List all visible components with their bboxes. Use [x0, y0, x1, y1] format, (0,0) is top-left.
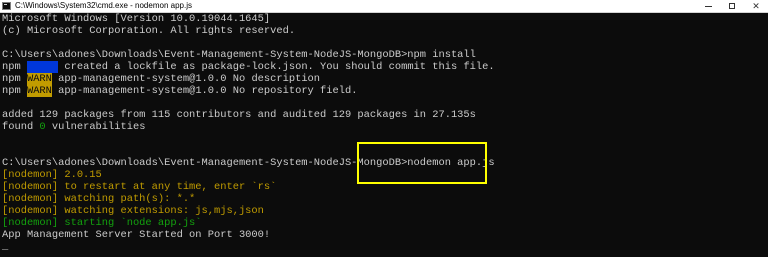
terminal-line: npm WARN app-management-system@1.0.0 No …: [2, 85, 768, 97]
window-controls: ✕: [696, 0, 768, 12]
terminal-text-segment: vulnerabilities: [45, 121, 146, 133]
terminal-text-segment: [nodemon] 2.0.15: [2, 169, 102, 181]
terminal-line: C:\Users\adones\Downloads\Event-Manageme…: [2, 49, 768, 61]
window-titlebar[interactable]: C:\Windows\System32\cmd.exe - nodemon ap…: [0, 0, 768, 13]
terminal-line: npm WARN app-management-system@1.0.0 No …: [2, 73, 768, 85]
terminal-line: [nodemon] starting `node app.js`: [2, 217, 768, 229]
terminal-line: added 129 packages from 115 contributors…: [2, 109, 768, 121]
terminal-text-segment: npm: [2, 61, 27, 73]
terminal-text-segment: App Management Server Started on Port 30…: [2, 229, 271, 241]
cmd-app-icon: [2, 2, 11, 10]
terminal-line: _: [2, 241, 768, 253]
maximize-icon: [729, 3, 735, 9]
terminal-line: App Management Server Started on Port 30…: [2, 229, 768, 241]
terminal-line: found 0 vulnerabilities: [2, 121, 768, 133]
terminal-text-segment: created a lockfile as package-lock.json.…: [58, 61, 495, 73]
terminal-text-segment: npm: [2, 73, 27, 85]
close-button[interactable]: ✕: [744, 0, 768, 12]
close-icon: ✕: [752, 1, 760, 11]
terminal-text-segment: added 129 packages from 115 contributors…: [2, 109, 476, 121]
minimize-icon: [704, 6, 712, 7]
terminal-output[interactable]: Microsoft Windows [Version 10.0.19044.16…: [0, 13, 768, 257]
terminal-line: Microsoft Windows [Version 10.0.19044.16…: [2, 13, 768, 25]
terminal-text-segment: _: [2, 241, 9, 253]
terminal-text-segment: [nodemon] watching extensions: js,mjs,js…: [2, 205, 264, 217]
terminal-text-segment: C:\Users\adones\Downloads\Event-Manageme…: [2, 157, 495, 169]
terminal-line: [nodemon] watching extensions: js,mjs,js…: [2, 205, 768, 217]
terminal-text-segment: [26, 61, 59, 73]
terminal-text-segment: Microsoft Windows [Version 10.0.19044.16…: [2, 13, 271, 25]
terminal-text-segment: [nodemon] starting `node app.js`: [2, 217, 202, 229]
terminal-text-segment: [nodemon] to restart at any time, enter …: [2, 181, 277, 193]
terminal-text-segment: (c) Microsoft Corporation. All rights re…: [2, 25, 296, 37]
terminal-text-segment: npm: [2, 85, 27, 97]
terminal-text-segment: WARN: [26, 85, 52, 97]
terminal-text-segment: app-management-system@1.0.0 No descripti…: [51, 73, 321, 85]
minimize-button[interactable]: [696, 0, 720, 12]
terminal-line: [nodemon] watching path(s): *.*: [2, 193, 768, 205]
maximize-button[interactable]: [720, 0, 744, 12]
terminal-text-segment: C:\Users\adones\Downloads\Event-Manageme…: [2, 49, 476, 61]
terminal-text-segment: [nodemon] watching path(s): *.*: [2, 193, 196, 205]
terminal-line: npm created a lockfile as package-lock.j…: [2, 61, 768, 73]
window-title: C:\Windows\System32\cmd.exe - nodemon ap…: [15, 1, 192, 10]
terminal-text-segment: WARN: [26, 73, 52, 85]
terminal-line: C:\Users\adones\Downloads\Event-Manageme…: [2, 157, 768, 169]
terminal-text-segment: found: [2, 121, 40, 133]
terminal-line: [nodemon] to restart at any time, enter …: [2, 181, 768, 193]
terminal-line: [nodemon] 2.0.15: [2, 169, 768, 181]
terminal-text-segment: app-management-system@1.0.0 No repositor…: [51, 85, 358, 97]
terminal-line: (c) Microsoft Corporation. All rights re…: [2, 25, 768, 37]
